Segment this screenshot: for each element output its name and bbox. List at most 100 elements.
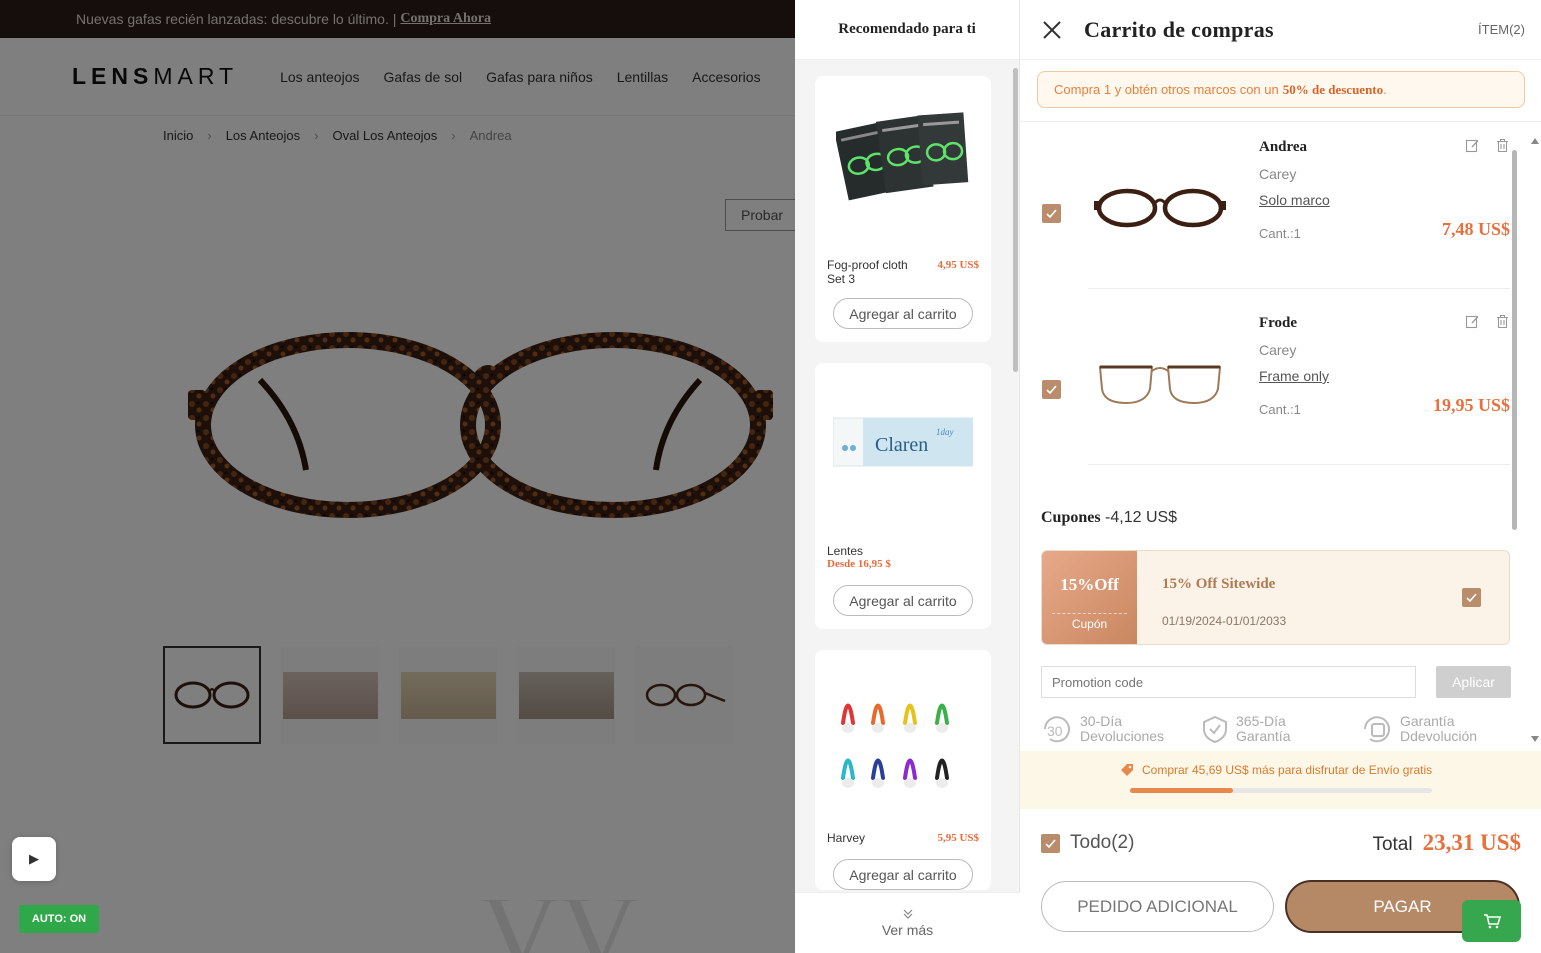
recommended-name: Harvey	[827, 831, 866, 845]
free-shipping-progress	[1130, 788, 1432, 793]
cart-panel: Carrito de compras ÍTEM(2) Compra 1 y ob…	[1020, 0, 1541, 953]
return-30-icon: 30	[1044, 716, 1070, 743]
cart-header: Carrito de compras ÍTEM(2)	[1020, 0, 1541, 60]
see-more-label: Ver más	[881, 922, 934, 938]
frode-glasses-image	[1098, 365, 1222, 404]
guarantee-line2: Ddevolución	[1400, 728, 1478, 744]
item-price: 7,48 US$	[1441, 219, 1510, 239]
recommended-scrollbar[interactable]	[1013, 68, 1018, 372]
recommended-name: Fog-proof cloth Set 3	[827, 258, 908, 286]
item-name[interactable]: Frode	[1259, 315, 1297, 332]
recommended-card[interactable]: Fog-proof cloth Set 3 4,95 US$ Agregar a…	[815, 76, 991, 342]
discount-highlight: 50% de descuento	[1282, 81, 1384, 97]
recommended-name: Lentes	[827, 544, 864, 558]
recommended-price: Desde 16,95 $	[827, 558, 891, 570]
guarantee-returns: 30 30-Día Devoluciones	[1040, 714, 1200, 746]
item-quantity: Cant.:1	[1259, 226, 1301, 241]
scroll-down-arrow-icon[interactable]	[1531, 736, 1539, 742]
cart-title: Carrito de compras	[1084, 16, 1274, 42]
coupon-divider	[1052, 613, 1127, 614]
coupon-title: 15% Off Sitewide	[1162, 576, 1276, 592]
discount-prefix: Compra 1 y obtén otros marcos con un	[1054, 82, 1279, 97]
cloth-packs-image	[835, 112, 968, 201]
select-all-checkbox[interactable]	[1041, 833, 1060, 853]
edit-icon[interactable]	[1465, 314, 1480, 329]
guarantee-line1: Garantía	[1400, 714, 1455, 729]
apply-button[interactable]: Aplicar	[1436, 666, 1511, 698]
play-icon: ▶	[29, 851, 39, 866]
free-shipping-message: Comprar 45,69 US$ más para disfrutar de …	[1120, 763, 1432, 777]
auto-badge[interactable]: AUTO: ON	[19, 905, 99, 933]
cart-scrollbar[interactable]	[1512, 150, 1517, 530]
add-to-cart-button[interactable]: Agregar al carrito	[833, 585, 973, 616]
edit-icon[interactable]	[1465, 138, 1480, 153]
scroll-up-arrow-icon[interactable]	[1531, 138, 1539, 144]
svg-text:30: 30	[1047, 723, 1063, 739]
andrea-glasses-image	[1094, 188, 1226, 227]
guarantee-line2: Garantía	[1236, 728, 1291, 744]
recommended-image	[815, 76, 991, 236]
chevron-double-down-icon	[903, 909, 912, 919]
item-divider	[1088, 464, 1510, 465]
cart-icon	[1483, 914, 1501, 929]
item-option[interactable]: Frame only	[1259, 368, 1329, 384]
coupon-checkbox[interactable]	[1462, 588, 1481, 607]
coupons-amount: -4,12 US$	[1105, 509, 1178, 526]
item-name[interactable]: Andrea	[1259, 139, 1307, 156]
floating-cart-button[interactable]	[1462, 900, 1521, 942]
recommended-price: 5,95 US$	[937, 832, 979, 844]
item-color: Carey	[1259, 342, 1297, 358]
free-shipping-bar: Comprar 45,69 US$ más para disfrutar de …	[1020, 751, 1541, 809]
cart-item-count: ÍTEM(2)	[1478, 22, 1525, 37]
recommended-card[interactable]: Harvey 5,95 US$ Agregar al carrito	[815, 650, 991, 890]
promotion-code-input[interactable]	[1041, 666, 1416, 698]
item-image	[1090, 346, 1230, 421]
shield-check-icon	[1203, 715, 1227, 744]
contact-lens-box-image: Claren 1day	[833, 417, 973, 467]
recommended-image	[815, 650, 991, 826]
extra-order-button[interactable]: PEDIDO ADICIONAL	[1041, 881, 1274, 932]
modal-overlay[interactable]	[0, 0, 795, 953]
recommended-card[interactable]: Claren 1day Lentes Desde 16,95 $ Agregar…	[815, 363, 991, 629]
add-to-cart-button[interactable]: Agregar al carrito	[833, 859, 973, 890]
item-image	[1090, 170, 1230, 245]
coupon-badge-label: Cupón	[1071, 617, 1108, 631]
coupon-card[interactable]: 15%Off Cupón 15% Off Sitewide 01/19/2024…	[1041, 550, 1510, 645]
order-total: Total 23,31 US$	[1372, 830, 1521, 856]
svg-text:Claren: Claren	[875, 434, 928, 456]
recommended-image: Claren 1day	[815, 363, 991, 523]
item-quantity: Cant.:1	[1259, 402, 1301, 417]
guarantee-refund: Garantía Ddevolución	[1360, 714, 1520, 746]
free-shipping-progress-fill	[1130, 788, 1233, 793]
coupon-badge: 15%Off Cupón	[1042, 551, 1137, 644]
play-button[interactable]: ▶	[12, 837, 56, 881]
item-price: 19,95 US$	[1432, 395, 1510, 415]
item-checkbox[interactable]	[1042, 380, 1061, 399]
coupon-dates: 01/19/2024-01/01/2033	[1162, 614, 1287, 628]
close-icon[interactable]	[1042, 20, 1062, 40]
recommended-panel: Recomendado para ti Fog-proof cloth Set …	[795, 0, 1020, 953]
coupon-badge-value: 15%Off	[1060, 575, 1119, 594]
trash-icon[interactable]	[1495, 314, 1510, 329]
guarantee-warranty: 365-Día Garantía	[1200, 714, 1360, 746]
cart-item: Andrea Carey Solo marco Cant.:1 7,48 US$	[1020, 130, 1520, 290]
cart-item: Frode Carey Frame only Cant.:1 19,95 US$	[1020, 306, 1520, 466]
item-option[interactable]: Solo marco	[1259, 192, 1330, 208]
free-shipping-text: Comprar 45,69 US$ más para disfrutar de …	[1142, 763, 1433, 777]
select-all[interactable]: Todo(2)	[1041, 832, 1134, 854]
item-checkbox[interactable]	[1042, 204, 1061, 223]
see-more-button[interactable]: Ver más	[795, 892, 1020, 953]
discount-banner: Compra 1 y obtén otros marcos con un 50%…	[1037, 71, 1525, 108]
refund-icon	[1364, 716, 1390, 743]
svg-text:1day: 1day	[936, 427, 954, 437]
coupons-title: Cupones	[1041, 509, 1101, 526]
tag-icon	[1121, 764, 1133, 776]
divider	[1020, 121, 1541, 122]
select-all-label: Todo(2)	[1070, 832, 1135, 853]
total-value: 23,31 US$	[1422, 830, 1521, 855]
guarantee-line1: 365-Día	[1236, 714, 1286, 729]
trash-icon[interactable]	[1495, 138, 1510, 153]
add-to-cart-button[interactable]: Agregar al carrito	[833, 298, 973, 329]
item-color: Carey	[1259, 166, 1297, 182]
discount-suffix: .	[1383, 82, 1387, 97]
